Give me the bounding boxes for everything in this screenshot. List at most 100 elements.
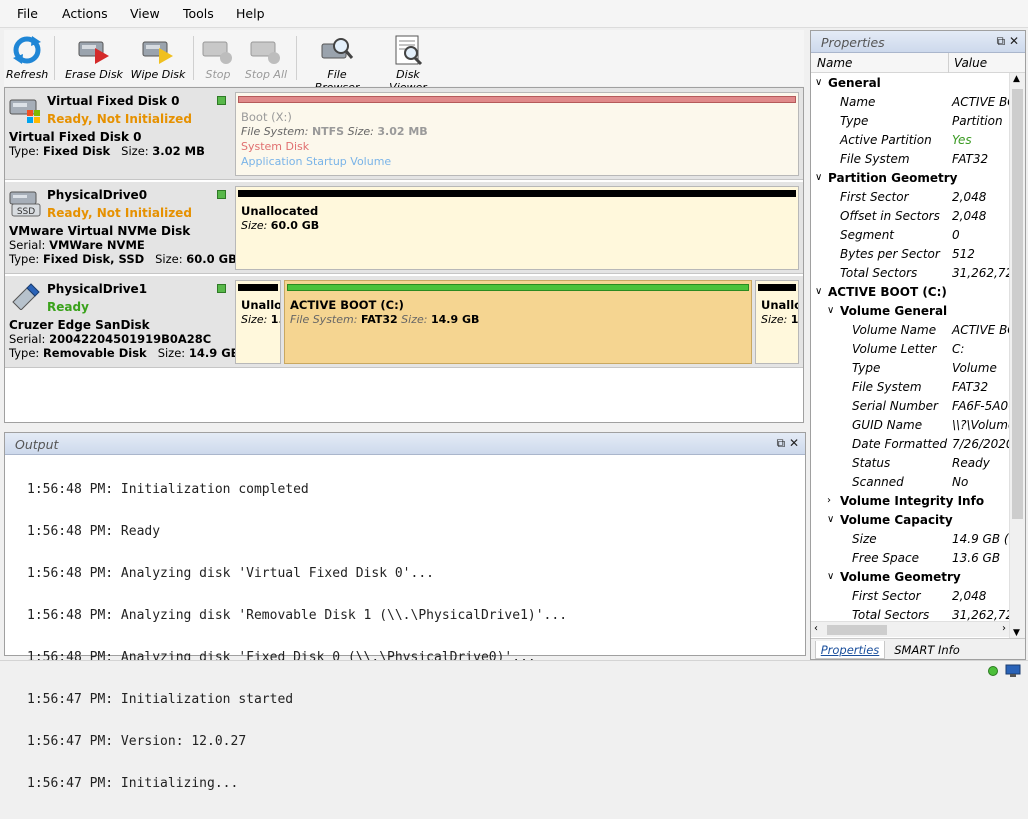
wipe-disk-button[interactable]: Wipe Disk <box>128 34 188 81</box>
property-row[interactable]: Segment 0 <box>811 227 1009 246</box>
disk-info[interactable]: SSD PhysicalDrive0 Ready, Not Initialize… <box>5 182 237 274</box>
menu-actions[interactable]: Actions <box>62 6 108 21</box>
ssd-icon: SSD <box>9 191 41 217</box>
property-row[interactable]: Offset in Sectors 2,048 <box>811 208 1009 227</box>
startup-volume-tag: Application Startup Volume <box>241 155 392 168</box>
partition-boot-x[interactable]: Boot (X:) File System: NTFS Size: 3.02 M… <box>235 92 799 176</box>
property-name: Partition Geometry <box>828 171 958 185</box>
partition-active-boot-c[interactable]: ACTIVE BOOT (C:) File System: FAT32 Size… <box>284 280 752 364</box>
property-row[interactable]: Type Partition <box>811 113 1009 132</box>
disk-row-virtual-fixed-disk-0[interactable]: Virtual Fixed Disk 0 Ready, Not Initiali… <box>5 88 803 180</box>
status-bar <box>0 660 1028 680</box>
horizontal-scrollbar[interactable]: ‹ › <box>811 621 1009 637</box>
menu-file[interactable]: File <box>17 6 38 21</box>
property-row[interactable]: Volume Letter C: <box>811 341 1009 360</box>
property-category[interactable]: ∨ Volume Geometry <box>811 569 1009 588</box>
vertical-scrollbar[interactable]: ▲ ▼ <box>1009 73 1025 639</box>
stop-all-icon <box>250 41 280 64</box>
property-category[interactable]: ∨ ACTIVE BOOT (C:) <box>811 284 1009 303</box>
scrollbar-thumb[interactable] <box>1012 89 1023 519</box>
stop-all-button[interactable]: Stop All <box>244 34 288 81</box>
refresh-button[interactable]: Refresh <box>6 34 48 81</box>
property-row[interactable]: Volume Name ACTIVE BOOT <box>811 322 1009 341</box>
erase-disk-button[interactable]: Erase Disk <box>64 34 124 81</box>
expand-arrow-icon[interactable]: ∨ <box>815 286 822 297</box>
expand-arrow-icon[interactable]: ∨ <box>815 172 822 183</box>
tab-smart-info[interactable]: SMART Info <box>889 641 965 659</box>
property-category[interactable]: ∨ Volume General <box>811 303 1009 322</box>
property-row[interactable]: Serial Number FA6F-5A06 <box>811 398 1009 417</box>
close-icon[interactable]: ✕ <box>1009 34 1019 48</box>
column-value[interactable]: Value <box>954 56 987 70</box>
column-name[interactable]: Name <box>817 56 852 70</box>
property-value: Partition <box>952 114 1003 128</box>
property-category[interactable]: › Volume Integrity Info <box>811 493 1009 512</box>
property-name: Bytes per Sector <box>840 247 940 261</box>
output-title: Output <box>15 437 59 452</box>
property-category[interactable]: ∨ General <box>811 75 1009 94</box>
network-icon <box>1005 664 1021 677</box>
expand-arrow-icon[interactable]: ∨ <box>815 77 822 88</box>
property-value: 2,048 <box>952 190 987 204</box>
scrollbar-thumb[interactable] <box>827 625 887 635</box>
close-icon[interactable]: ✕ <box>789 436 799 450</box>
expand-arrow-icon[interactable]: ∨ <box>827 514 834 525</box>
partition-unallocated-right[interactable]: Unallo Size: 1.0 <box>755 280 799 364</box>
property-row[interactable]: Bytes per Sector 512 <box>811 246 1009 265</box>
property-row[interactable]: Total Sectors 31,262,720 <box>811 265 1009 284</box>
tab-properties[interactable]: Properties <box>815 641 885 659</box>
partition-title: Boot (X:) <box>241 110 292 124</box>
scroll-down-icon[interactable]: ▼ <box>1013 628 1020 638</box>
property-value: 31,262,720 <box>952 608 1009 622</box>
disk-type-line: Type: Fixed Disk Size: 3.02 MB <box>9 144 205 158</box>
property-row[interactable]: File System FAT32 <box>811 151 1009 170</box>
property-row[interactable]: Size 14.9 GB (16 <box>811 531 1009 550</box>
partition-fs-line: File System: NTFS Size: 3.02 MB <box>241 125 428 138</box>
property-value: 0 <box>952 228 960 242</box>
disk-row-physicaldrive1[interactable]: PhysicalDrive1 Ready Cruzer Edge SanDisk… <box>5 276 803 368</box>
property-row[interactable]: Status Ready <box>811 455 1009 474</box>
disk-type-line: Type: Fixed Disk, SSD Size: 60.0 GB <box>9 252 237 266</box>
property-category[interactable]: ∨ Volume Capacity <box>811 512 1009 531</box>
property-value: 14.9 GB (16 <box>952 532 1009 546</box>
property-row[interactable]: Type Volume <box>811 360 1009 379</box>
scroll-right-icon[interactable]: › <box>1002 623 1006 634</box>
expand-arrow-icon[interactable]: ∨ <box>827 571 834 582</box>
disk-title: Virtual Fixed Disk 0 <box>9 130 142 144</box>
output-log: 1:56:48 PM: Initialization completed 1:5… <box>27 455 567 819</box>
expand-arrow-icon[interactable]: ∨ <box>827 305 834 316</box>
status-indicator <box>217 190 226 199</box>
menu-tools[interactable]: Tools <box>183 6 214 21</box>
property-row[interactable]: File System FAT32 <box>811 379 1009 398</box>
log-line: 1:56:47 PM: Initializing... <box>27 776 239 791</box>
scroll-left-icon[interactable]: ‹ <box>814 623 818 634</box>
property-row[interactable]: First Sector 2,048 <box>811 588 1009 607</box>
partition-unallocated-left[interactable]: Unallo Size: 1.0 <box>235 280 281 364</box>
disk-serial-line: Serial: VMWare NVME <box>9 238 145 252</box>
partition-title: ACTIVE BOOT (C:) <box>290 298 404 312</box>
float-window-icon[interactable]: ⧉ <box>997 34 1006 48</box>
disk-info[interactable]: Virtual Fixed Disk 0 Ready, Not Initiali… <box>5 88 234 180</box>
menu-view[interactable]: View <box>130 6 160 21</box>
property-row[interactable]: Date Formatted 7/26/2020 <box>811 436 1009 455</box>
property-row[interactable]: Active Partition Yes <box>811 132 1009 151</box>
status-indicator <box>217 284 226 293</box>
property-row[interactable]: Free Space 13.6 GB <box>811 550 1009 569</box>
float-window-icon[interactable]: ⧉ <box>777 436 786 450</box>
disk-viewer-button[interactable]: Disk Viewer <box>376 34 440 94</box>
partition-title: Unallocated <box>241 204 319 218</box>
property-row[interactable]: Name ACTIVE BOOT <box>811 94 1009 113</box>
disk-viewer-icon <box>395 35 423 66</box>
property-category[interactable]: ∨ Partition Geometry <box>811 170 1009 189</box>
property-row[interactable]: GUID Name \\?\Volume <box>811 417 1009 436</box>
menu-help[interactable]: Help <box>236 6 265 21</box>
file-browser-button[interactable]: File Browser <box>304 34 370 94</box>
property-row[interactable]: First Sector 2,048 <box>811 189 1009 208</box>
disk-row-physicaldrive0[interactable]: SSD PhysicalDrive0 Ready, Not Initialize… <box>5 182 803 274</box>
stop-button[interactable]: Stop <box>198 34 238 81</box>
scroll-up-icon[interactable]: ▲ <box>1013 74 1020 84</box>
disk-info[interactable]: PhysicalDrive1 Ready Cruzer Edge SanDisk… <box>5 276 239 368</box>
property-row[interactable]: Scanned No <box>811 474 1009 493</box>
collapsed-arrow-icon[interactable]: › <box>827 495 831 506</box>
partition-unallocated[interactable]: Unallocated Size: 60.0 GB <box>235 186 799 270</box>
